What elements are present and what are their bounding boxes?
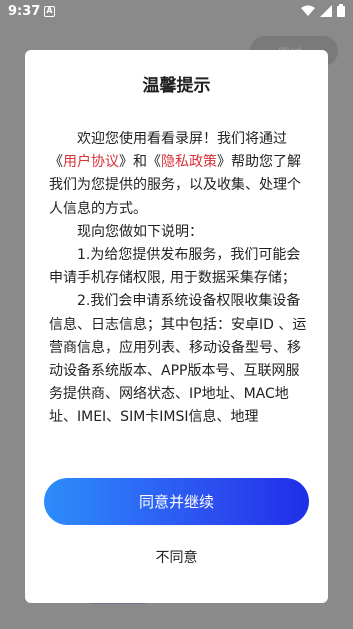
status-icons: [301, 4, 345, 21]
user-agreement-link[interactable]: 用户协议: [63, 154, 119, 170]
status-bar: 9:37 A: [0, 0, 353, 24]
privacy-dialog: 温馨提示 欢迎您使用看看录屏！我们将通过《用户协议》和《隐私政策》帮助您了解我们…: [25, 50, 328, 603]
notification-icon: A: [44, 6, 55, 17]
intro-paragraph: 欢迎您使用看看录屏！我们将通过《用户协议》和《隐私政策》帮助您了解我们为您提供的…: [49, 128, 307, 221]
dialog-body[interactable]: 欢迎您使用看看录屏！我们将通过《用户协议》和《隐私政策》帮助您了解我们为您提供的…: [49, 128, 307, 444]
quote-open-1: 《: [49, 154, 63, 171]
and-text: 和: [133, 154, 147, 171]
explain-line: 现向您做如下说明：: [77, 223, 203, 240]
battery-icon: [337, 4, 345, 21]
item-2: 2.我们会申请系统设备权限收集设备信息、日志信息；其中包括：安卓ID 、运营商信…: [49, 293, 307, 426]
quote-close-2: 》: [217, 154, 231, 171]
dialog-title: 温馨提示: [142, 76, 211, 96]
intro-prefix: 欢迎您使用看看录屏！我们将通过: [77, 131, 287, 147]
signal-icon: [320, 4, 332, 21]
status-time: 9:37: [8, 4, 41, 19]
disagree-button[interactable]: 不同意: [125, 540, 228, 574]
quote-close-1: 》: [119, 154, 133, 171]
wifi-icon: [301, 5, 315, 21]
item-1: 1.为给您提供发布服务，我们可能会申请手机存储权限, 用于数据采集存储；: [49, 247, 301, 287]
quote-open-2: 《: [147, 154, 161, 171]
privacy-policy-link[interactable]: 隐私政策: [161, 154, 217, 170]
agree-continue-button[interactable]: 同意并继续: [44, 478, 309, 525]
